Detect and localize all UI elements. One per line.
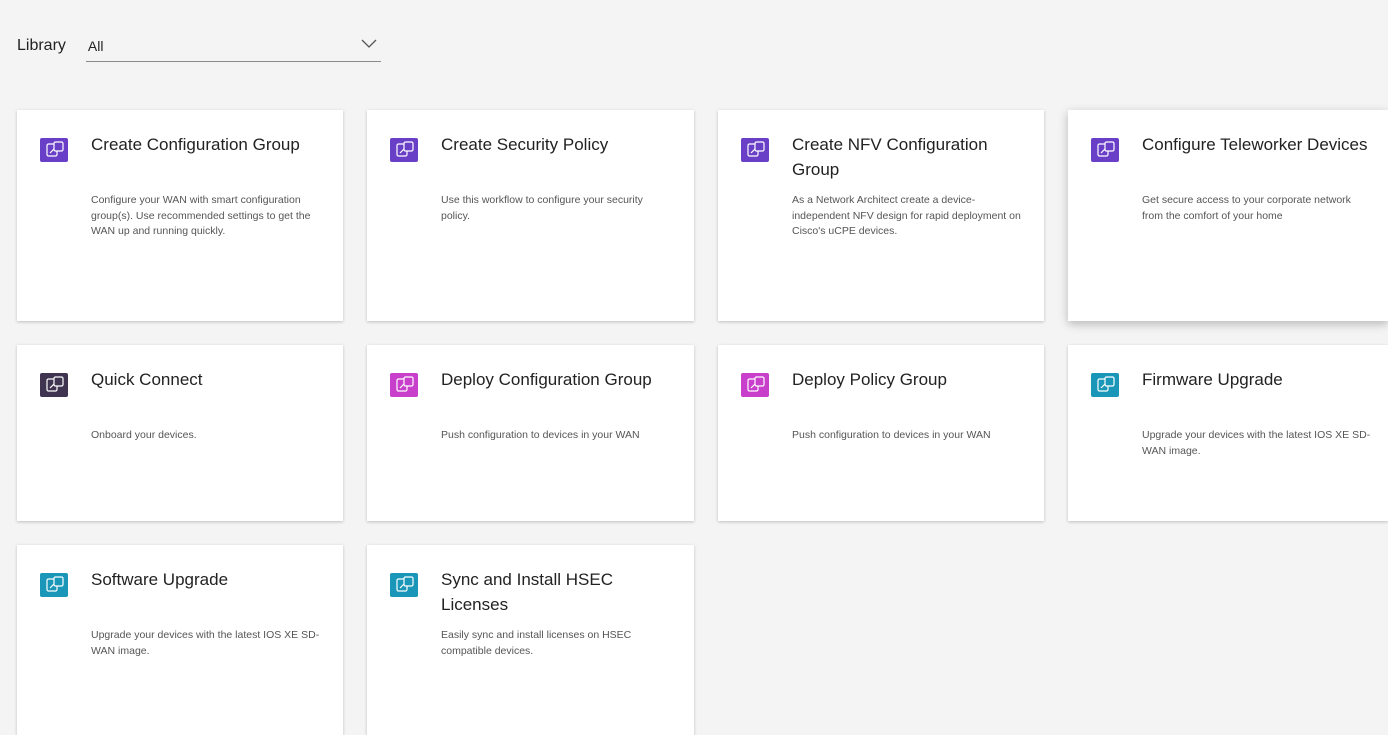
card-title: Sync and Install HSEC Licenses [441, 570, 613, 614]
card-title: Configure Teleworker Devices [1142, 135, 1368, 154]
workflow-icon [40, 373, 68, 397]
card-description: Push configuration to devices in your WA… [792, 429, 991, 441]
workflow-card-create-security-policy[interactable]: Create Security Policy Use this workflow… [367, 110, 694, 321]
card-description: Push configuration to devices in your WA… [441, 429, 640, 441]
workflow-icon [390, 138, 418, 162]
workflow-card-quick-connect[interactable]: Quick Connect Onboard your devices. [17, 345, 343, 521]
card-title: Create Security Policy [441, 135, 609, 154]
workflow-icon [1091, 373, 1119, 397]
workflow-icon [1091, 138, 1119, 162]
workflow-icon [390, 373, 418, 397]
card-description: Upgrade your devices with the latest IOS… [1142, 429, 1371, 457]
library-filter-dropdown[interactable]: All [85, 31, 381, 62]
card-title: Deploy Policy Group [792, 370, 947, 389]
card-title: Deploy Configuration Group [441, 370, 652, 389]
card-title: Quick Connect [91, 370, 203, 389]
library-filter-bar: Library All [17, 30, 381, 62]
library-filter-value: All [87, 37, 104, 54]
library-label: Library [17, 37, 66, 54]
workflow-icon [390, 573, 418, 597]
card-description: Get secure access to your corporate netw… [1142, 194, 1351, 222]
workflow-icon [741, 138, 769, 162]
workflow-card-configure-teleworker-devices[interactable]: Configure Teleworker Devices Get secure … [1068, 110, 1388, 321]
workflow-card-create-configuration-group[interactable]: Create Configuration Group Configure you… [17, 110, 343, 321]
workflow-card-deploy-configuration-group[interactable]: Deploy Configuration Group Push configur… [367, 345, 694, 521]
workflow-icon [40, 573, 68, 597]
card-title: Firmware Upgrade [1142, 370, 1283, 389]
card-description: Configure your WAN with smart configurat… [91, 194, 311, 237]
workflow-card-software-upgrade[interactable]: Software Upgrade Upgrade your devices wi… [17, 545, 343, 735]
card-title: Create NFV Configuration Group [792, 135, 988, 179]
workflow-card-firmware-upgrade[interactable]: Firmware Upgrade Upgrade your devices wi… [1068, 345, 1388, 521]
card-title: Create Configuration Group [91, 135, 300, 154]
workflow-card-deploy-policy-group[interactable]: Deploy Policy Group Push configuration t… [718, 345, 1044, 521]
card-description: Use this workflow to configure your secu… [441, 194, 643, 222]
workflow-icon [741, 373, 769, 397]
card-description: Onboard your devices. [91, 429, 197, 441]
card-description: Upgrade your devices with the latest IOS… [91, 629, 320, 657]
workflow-icon [40, 138, 68, 162]
workflow-card-sync-install-hsec-licenses[interactable]: Sync and Install HSEC Licenses Easily sy… [367, 545, 694, 735]
card-title: Software Upgrade [91, 570, 229, 589]
workflow-card-create-nfv-configuration-group[interactable]: Create NFV Configuration Group As a Netw… [718, 110, 1044, 321]
card-description: Easily sync and install licenses on HSEC… [441, 629, 632, 657]
chevron-down-icon [361, 39, 377, 48]
card-description: As a Network Architect create a device-i… [792, 194, 1021, 237]
